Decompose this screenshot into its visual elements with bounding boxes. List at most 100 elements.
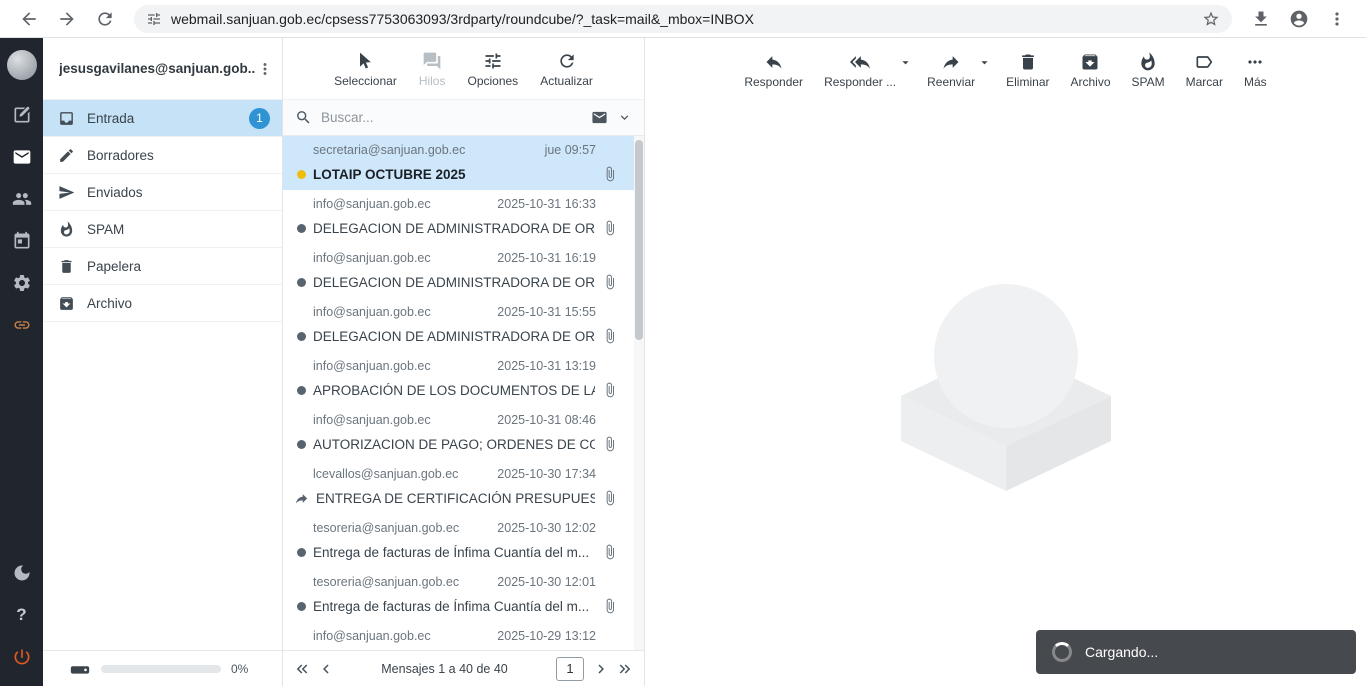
downloads-icon[interactable] [1251,9,1271,29]
options-button[interactable]: Opciones [461,49,524,90]
help-icon[interactable]: ? [0,594,43,636]
message-toolbar: Responder Responder ... Reenviar Elimina… [645,38,1366,100]
message-row[interactable]: tesoreria@sanjuan.gob.ec2025-10-30 12:01… [283,568,644,622]
profile-avatar-icon[interactable] [1289,9,1309,29]
forward-button[interactable]: Reenviar [921,50,981,91]
message-subject: APROBACIÓN DE LOS DOCUMENTOS DE LA... [313,383,595,398]
last-page-icon[interactable] [614,658,636,680]
calendar-icon[interactable] [0,220,43,262]
folder-item-enviados[interactable]: Enviados [43,174,282,211]
archive-icon [58,295,75,312]
compose-icon[interactable] [0,94,43,136]
browser-forward-icon[interactable] [57,9,77,29]
loading-spinner [1052,642,1072,662]
url-text: webmail.sanjuan.gob.ec/cpsess7753063093/… [171,11,1193,27]
message-status-dot[interactable] [297,332,306,341]
search-icon[interactable] [295,109,312,126]
paperclip-icon [602,382,618,398]
folder-item-borradores[interactable]: Borradores [43,137,282,174]
refresh-icon [557,51,577,71]
logout-icon[interactable] [0,636,43,678]
spam-button[interactable]: SPAM [1126,50,1171,91]
message-sender: tesoreria@sanjuan.gob.ec [313,521,489,536]
message-row[interactable]: info@sanjuan.gob.ec2025-10-31 16:33DELEG… [283,190,644,244]
message-status-dot[interactable] [297,602,306,611]
folder-actions-icon[interactable] [256,60,274,78]
toast-message: Cargando... [1085,644,1158,660]
reply-all-dropdown-icon[interactable] [898,55,913,70]
address-bar[interactable]: webmail.sanjuan.gob.ec/cpsess7753063093/… [134,5,1232,33]
search-input[interactable] [321,110,582,125]
refresh-button[interactable]: Actualizar [534,49,599,90]
message-status-dot[interactable] [297,170,306,179]
settings-icon[interactable] [0,262,43,304]
message-status-dot[interactable] [297,224,306,233]
message-row[interactable]: info@sanjuan.gob.ec2025-10-31 15:55DELEG… [283,298,644,352]
message-sender: info@sanjuan.gob.ec [313,359,489,374]
mark-button[interactable]: Marcar [1180,50,1229,91]
reply-button[interactable]: Responder [738,50,809,91]
list-scrollbar[interactable] [634,136,644,650]
paperclip-icon [602,328,618,344]
select-button[interactable]: Seleccionar [328,49,403,90]
message-row[interactable]: lcevallos@sanjuan.gob.ec2025-10-30 17:34… [283,460,644,514]
message-sender: info@sanjuan.gob.ec [313,629,489,644]
message-row[interactable]: info@sanjuan.gob.ec2025-10-31 08:46AUTOR… [283,406,644,460]
contacts-icon[interactable] [0,178,43,220]
browser-menu-icon[interactable] [1327,9,1347,29]
threads-button[interactable]: Hilos [413,49,452,90]
folder-item-spam[interactable]: SPAM [43,211,282,248]
message-sender: secretaria@sanjuan.gob.ec [313,143,537,158]
message-status-dot[interactable] [297,278,306,287]
mail-icon[interactable] [0,136,43,178]
trash-icon [58,258,75,275]
browser-refresh-icon[interactable] [95,9,115,29]
message-row[interactable]: info@sanjuan.gob.ec2025-10-31 16:19DELEG… [283,244,644,298]
quota-bar: 0% [43,650,282,686]
archive-button[interactable]: Archivo [1064,50,1116,91]
search-options-chevron-icon[interactable] [617,110,632,125]
message-list: secretaria@sanjuan.gob.ecjue 09:57LOTAIP… [283,136,644,650]
message-sender: lcevallos@sanjuan.gob.ec [313,467,489,482]
message-date: 2025-10-31 08:46 [497,413,596,428]
folder-item-archivo[interactable]: Archivo [43,285,282,322]
folder-item-papelera[interactable]: Papelera [43,248,282,285]
more-button[interactable]: Más [1238,50,1273,91]
dark-mode-icon[interactable] [0,552,43,594]
next-page-icon[interactable] [590,658,612,680]
message-status-dot[interactable] [297,386,306,395]
account-email: jesusgavilanes@sanjuan.gob.... [59,61,256,76]
reply-all-button[interactable]: Responder ... [818,50,902,91]
link-icon[interactable] [0,304,43,346]
folder-item-entrada[interactable]: Entrada1 [43,100,282,137]
search-scope-icon[interactable] [591,109,608,126]
app-rail: ? [0,38,43,686]
paperclip-icon [602,436,618,452]
scrollbar-thumb[interactable] [635,140,643,340]
reply-icon [764,52,784,72]
message-row[interactable]: secretaria@sanjuan.gob.ecjue 09:57LOTAIP… [283,136,644,190]
prev-page-icon[interactable] [315,658,337,680]
message-sender: info@sanjuan.gob.ec [313,197,489,212]
forward-dropdown-icon[interactable] [977,55,992,70]
message-row[interactable]: tesoreria@sanjuan.gob.ec2025-10-30 12:02… [283,514,644,568]
loading-toast: Cargando... [1036,630,1356,674]
message-view-panel: Responder Responder ... Reenviar Elimina… [645,38,1366,686]
bookmark-star-icon[interactable] [1202,10,1220,28]
browser-back-icon[interactable] [19,9,39,29]
message-status-dot[interactable] [297,440,306,449]
message-row[interactable]: info@sanjuan.gob.ec2025-10-29 13:12 [283,622,644,650]
paperclip-icon [602,598,618,614]
message-date: 2025-10-31 13:19 [497,359,596,374]
unread-count-badge: 1 [249,108,270,129]
message-row[interactable]: info@sanjuan.gob.ec 2025-10-31 13:19 APROB… [283,352,644,406]
delete-button[interactable]: Eliminar [1000,50,1055,91]
message-status-dot[interactable] [297,548,306,557]
message-subject: DELEGACION DE ADMINISTRADORA DE OR... [313,221,595,236]
page-number-input[interactable] [556,657,584,681]
paperclip-icon [602,490,618,506]
first-page-icon[interactable] [291,658,313,680]
site-info-icon[interactable] [146,11,162,27]
tag-icon [1194,52,1214,72]
folder-label: Enviados [87,185,270,200]
